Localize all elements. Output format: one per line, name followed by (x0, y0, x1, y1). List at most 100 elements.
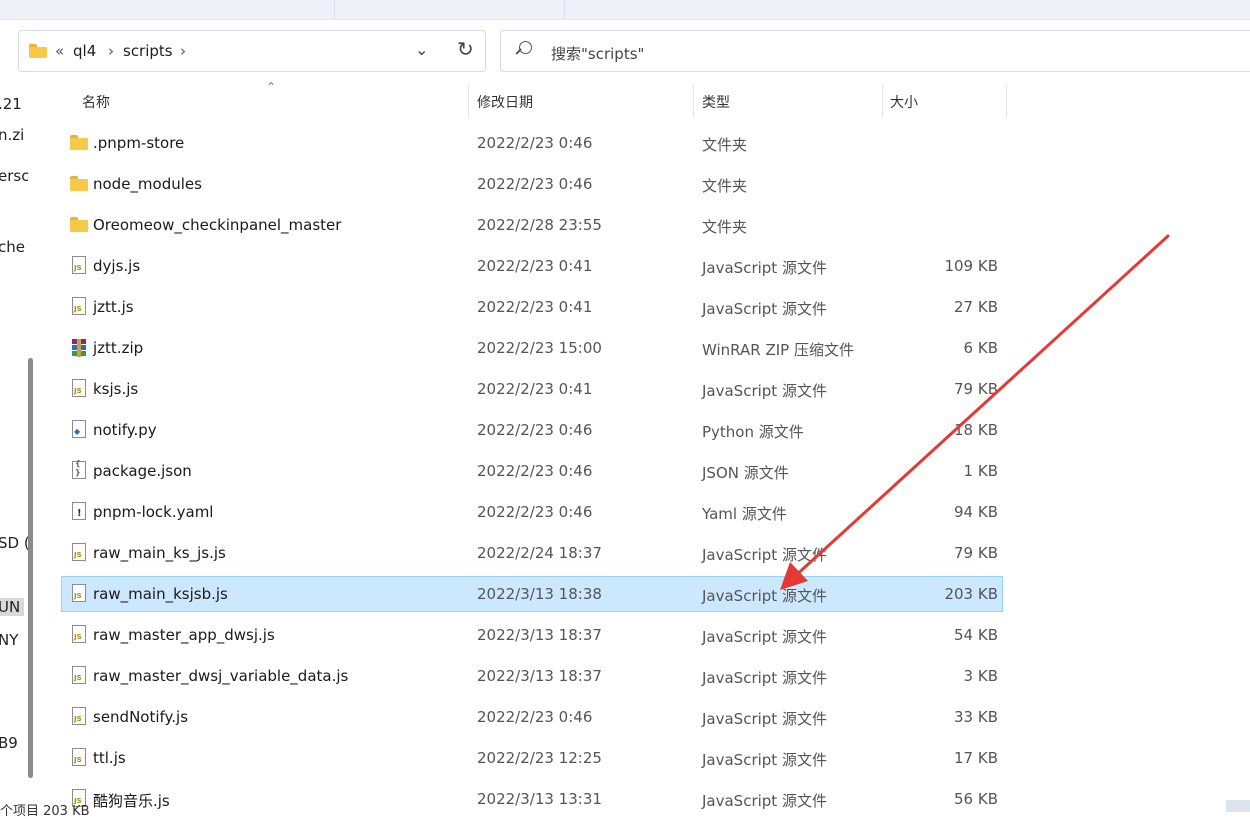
file-date-modified: 2022/2/23 0:46 (477, 134, 593, 152)
file-type: JavaScript 源文件 (702, 669, 827, 687)
file-date-modified: 2022/2/23 0:46 (477, 503, 593, 521)
file-name: jztt.zip (93, 339, 144, 357)
file-size: 17 KB (954, 749, 998, 767)
file-row[interactable]: jztt.zip 2022/2/23 15:00 WinRAR ZIP 压缩文件 6 … (62, 331, 1002, 365)
file-type: JavaScript 源文件 (702, 259, 827, 277)
file-date-modified: 2022/2/23 0:46 (477, 175, 593, 193)
tab-segment[interactable] (0, 0, 335, 20)
column-header-date[interactable]: 修改日期 (469, 82, 693, 118)
file-row[interactable]: JS ksjs.js 2022/2/23 0:41 JavaScript 源文件 79 … (62, 372, 1002, 406)
file-date-modified: 2022/2/23 0:46 (477, 462, 593, 480)
file-row[interactable]: ◆ notify.py 2022/2/23 0:46 Python 源文件 18 KB (62, 413, 1002, 447)
file-type: 文件夹 (702, 177, 748, 195)
file-date-modified: 2022/2/23 0:46 (477, 708, 593, 726)
column-divider[interactable] (1006, 84, 1007, 118)
winrar-archive-icon (70, 339, 88, 357)
file-type: JavaScript 源文件 (702, 382, 827, 400)
file-row[interactable]: Oreomeow_checkinpanel_master 2022/2/28 23… (62, 208, 1002, 242)
file-row[interactable]: JS raw_master_dwsj_variable_data.js 2022/3… (62, 659, 1002, 693)
search-icon (515, 41, 533, 59)
file-date-modified: 2022/2/23 0:46 (477, 421, 593, 439)
file-type: JavaScript 源文件 (702, 300, 827, 318)
chevron-down-icon[interactable]: ⌄ (415, 40, 428, 59)
file-date-modified: 2022/2/23 15:00 (477, 339, 602, 357)
file-row[interactable]: JS raw_main_ks_js.js 2022/2/24 18:37 JavaSc… (62, 536, 1002, 570)
file-date-modified: 2022/2/23 0:41 (477, 380, 593, 398)
file-type: JavaScript 源文件 (702, 628, 827, 646)
file-row[interactable]: JS dyjs.js 2022/2/23 0:41 JavaScript 源文件 109… (62, 249, 1002, 283)
breadcrumb-item-ql4[interactable]: ql4 (73, 42, 96, 60)
file-size: 56 KB (954, 790, 998, 808)
file-name: raw_master_dwsj_variable_data.js (93, 667, 349, 685)
column-header-size-label: 大小 (890, 95, 918, 111)
file-name: ksjs.js (93, 380, 139, 398)
file-row[interactable]: JS sendNotify.js 2022/2/23 0:46 JavaScript … (62, 700, 1002, 734)
file-name: pnpm-lock.yaml (93, 503, 214, 521)
address-bar[interactable]: « ql4 › scripts › ⌄ ↻ (18, 30, 486, 72)
nav-item[interactable]: ersc (0, 167, 28, 185)
file-name: raw_master_app_dwsj.js (93, 626, 275, 644)
file-type: JavaScript 源文件 (702, 792, 827, 810)
tab-strip-border (0, 19, 1250, 20)
breadcrumb-separator[interactable]: › (108, 42, 114, 60)
folder-icon (29, 44, 47, 58)
file-date-modified: 2022/2/24 18:37 (477, 544, 602, 562)
file-size: 3 KB (963, 667, 998, 685)
nav-item[interactable]: .21 (0, 95, 22, 113)
column-header-type-label: 类型 (702, 95, 730, 111)
file-row[interactable]: node_modules 2022/2/23 0:46 文件夹 (62, 167, 1002, 201)
file-date-modified: 2022/2/28 23:55 (477, 216, 602, 234)
file-type: JavaScript 源文件 (702, 751, 827, 769)
nav-item[interactable]: B9 (0, 734, 18, 752)
file-row[interactable]: JS raw_master_app_dwsj.js 2022/3/13 18:37 J… (62, 618, 1002, 652)
nav-scrollbar-thumb[interactable] (28, 358, 33, 778)
js-file-icon: JS (72, 256, 86, 274)
file-size: 1 KB (963, 462, 998, 480)
file-date-modified: 2022/2/23 0:41 (477, 298, 593, 316)
folder-icon (70, 175, 88, 193)
file-row[interactable]: JS raw_main_ksjsb.js 2022/3/13 18:38 JavaSc… (61, 576, 1003, 612)
file-row[interactable]: JS ttl.js 2022/2/23 12:25 JavaScript 源文件 17 … (62, 741, 1002, 775)
tab-segment[interactable] (334, 0, 565, 20)
column-header-type[interactable]: 类型 (694, 82, 882, 118)
view-toggle[interactable] (1226, 800, 1250, 812)
breadcrumb-item-scripts[interactable]: scripts (123, 42, 173, 60)
js-file-icon: JS (72, 748, 86, 766)
file-row[interactable]: JS jztt.js 2022/2/23 0:41 JavaScript 源文件 27 … (62, 290, 1002, 324)
folder-icon (70, 216, 88, 234)
nav-item[interactable]: che (0, 238, 25, 256)
file-name: package.json (93, 462, 192, 480)
breadcrumb-overflow[interactable]: « (55, 42, 64, 60)
breadcrumb-separator[interactable]: › (180, 42, 186, 60)
file-row[interactable]: { } package.json 2022/2/23 0:46 JSON 源文件 1 K… (62, 454, 1002, 488)
navigation-pane[interactable]: .21 n.zi ersc che SD ( UN NY B9 (0, 82, 28, 812)
file-date-modified: 2022/3/13 18:37 (477, 667, 602, 685)
column-header-name[interactable]: 名称 (62, 82, 468, 118)
column-header-size[interactable]: 大小 (883, 82, 1007, 118)
refresh-icon[interactable]: ↻ (457, 37, 474, 61)
js-file-icon: JS (72, 625, 86, 643)
search-box[interactable]: 搜索"scripts" (500, 30, 1250, 72)
nav-item[interactable]: n.zi (0, 126, 24, 144)
nav-item[interactable]: NY (0, 631, 18, 649)
file-type: WinRAR ZIP 压缩文件 (702, 341, 854, 359)
file-row[interactable]: .pnpm-store 2022/2/23 0:46 文件夹 (62, 126, 1002, 160)
file-date-modified: 2022/2/23 0:41 (477, 257, 593, 275)
file-name: node_modules (93, 175, 202, 193)
file-date-modified: 2022/2/23 12:25 (477, 749, 602, 767)
nav-item[interactable]: SD ( (0, 534, 28, 552)
file-row[interactable]: ! pnpm-lock.yaml 2022/2/23 0:46 Yaml 源文件 94 … (62, 495, 1002, 529)
status-bar-text: 个项目 203 KB (0, 804, 90, 819)
js-file-icon: JS (72, 379, 86, 397)
nav-item-selected[interactable]: UN (0, 598, 25, 616)
js-file-icon: JS (72, 297, 86, 315)
tab-strip (0, 0, 1250, 20)
file-name: ttl.js (93, 749, 126, 767)
file-row[interactable]: JS 酷狗音乐.js 2022/3/13 13:31 JavaScript 源文件 56… (62, 782, 1002, 816)
search-input[interactable]: 搜索"scripts" (551, 43, 644, 64)
file-name: dyjs.js (93, 257, 141, 275)
js-file-icon: JS (72, 707, 86, 725)
file-name: sendNotify.js (93, 708, 189, 726)
js-file-icon: JS (72, 543, 86, 561)
file-size: 109 KB (944, 257, 998, 275)
